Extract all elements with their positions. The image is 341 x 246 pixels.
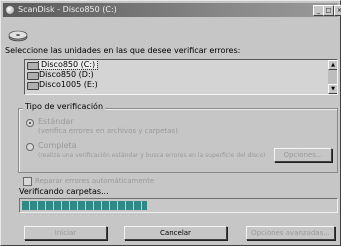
hard-drive-icon [27, 82, 39, 90]
cancel-button[interactable]: Cancelar [124, 226, 227, 240]
thorough-label: Completa [38, 141, 77, 150]
status-text: Verificando carpetas... [19, 187, 109, 196]
drive-select-prompt: Seleccione las unidades en las que desee… [5, 46, 241, 55]
auto-fix-checkbox[interactable] [23, 177, 32, 186]
scandisk-window: ScanDisk - Disco850 (C:) _ □ × Seleccion… [0, 0, 341, 246]
standard-radio[interactable] [26, 119, 34, 127]
progress-bar [19, 198, 338, 213]
drive-label: Disco1005 (E:) [39, 80, 98, 89]
drive-label: Disco850 (D:) [39, 70, 94, 79]
scroll-down-icon[interactable]: ▼ [328, 84, 337, 94]
thorough-radio[interactable] [26, 143, 34, 151]
window-title: ScanDisk - Disco850 (C:) [18, 5, 117, 14]
close-button[interactable]: × [334, 5, 341, 16]
scroll-up-icon[interactable]: ▲ [328, 60, 337, 70]
list-item[interactable]: Disco1005 (E:) [25, 80, 337, 90]
list-item[interactable]: Disco850 (C:) [25, 60, 337, 70]
auto-fix-label: Reparar errores automáticamente [35, 177, 155, 185]
standard-label: Estándar [38, 117, 74, 126]
scandisk-app-icon [6, 6, 14, 14]
hard-drive-icon [27, 62, 39, 70]
standard-description: (verifica errores en archivos y carpetas… [38, 127, 178, 135]
drive-label: Disco850 (C:) [37, 60, 99, 70]
start-button[interactable]: Iniciar [24, 226, 107, 240]
drive-listbox[interactable]: Disco850 (C:) Disco850 (D:) Disco1005 (E… [24, 59, 338, 95]
options-button[interactable]: Opciones... [274, 148, 332, 162]
thorough-description: (realiza una verificación estándar y bus… [38, 152, 266, 159]
title-bar[interactable]: ScanDisk - Disco850 (C:) _ □ × [3, 3, 341, 17]
maximize-button[interactable]: □ [323, 5, 334, 16]
advanced-options-button[interactable]: Opciones avanzadas... [246, 226, 335, 240]
list-item[interactable]: Disco850 (D:) [25, 70, 337, 80]
verification-group-title: Tipo de verificación [23, 102, 106, 111]
disk-drive-icon [8, 30, 28, 42]
hard-drive-icon [27, 72, 39, 80]
listbox-scrollbar[interactable]: ▲ ▼ [328, 60, 337, 94]
progress-fill [22, 201, 147, 210]
